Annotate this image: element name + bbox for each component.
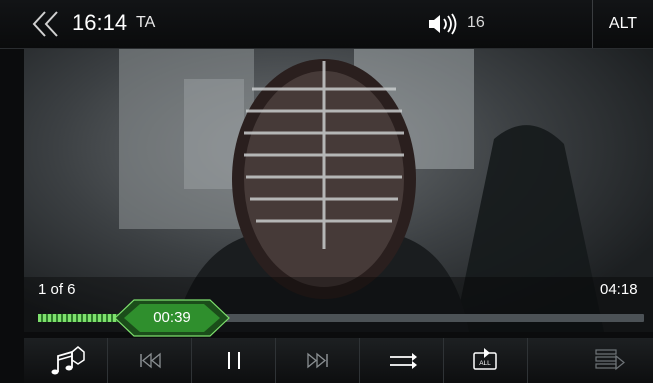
duration-label: 04:18 <box>600 281 638 298</box>
previous-track-button[interactable] <box>108 338 192 383</box>
music-source-button[interactable] <box>24 338 108 383</box>
music-notes-icon <box>51 346 85 375</box>
status-bar: 16:14 TA 16 ALT <box>0 0 653 49</box>
repeat-all-icon: ALL <box>473 348 497 370</box>
track-position-label: 1 of 6 <box>38 281 76 298</box>
pause-button[interactable] <box>192 338 276 383</box>
traffic-announcement-indicator: TA <box>136 14 156 31</box>
svg-text:ALL: ALL <box>479 360 491 367</box>
repeat-all-button[interactable]: ALL <box>444 338 528 383</box>
volume-level: 16 <box>467 14 485 31</box>
elapsed-time-label: 00:39 <box>153 309 191 326</box>
playback-controls: ALL <box>24 338 653 383</box>
scrubber-handle[interactable]: 00:39 <box>112 299 232 337</box>
playlist-button[interactable] <box>528 338 653 383</box>
next-track-button[interactable] <box>276 338 360 383</box>
shuffle-arrows-icon <box>390 353 417 369</box>
alt-button[interactable]: ALT <box>592 0 653 48</box>
speaker-icon <box>429 13 457 35</box>
skip-next-icon <box>307 352 328 369</box>
clock-time: 16:14 <box>72 10 128 35</box>
skip-previous-icon <box>140 352 161 369</box>
playlist-icon <box>595 349 625 371</box>
pause-icon <box>228 352 240 369</box>
video-still-image <box>24 49 653 332</box>
double-chevron-left-icon <box>32 11 58 37</box>
video-frame[interactable] <box>24 49 653 332</box>
back-button[interactable] <box>30 10 64 38</box>
shuffle-button[interactable] <box>360 338 444 383</box>
